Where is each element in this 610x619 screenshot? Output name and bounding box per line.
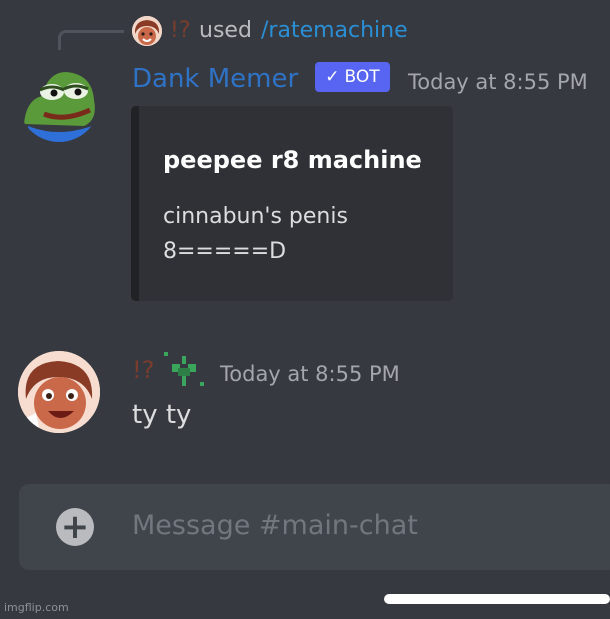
bot-avatar[interactable] [18,60,100,142]
reply-used-label: used [199,18,252,43]
user-message-timestamp[interactable]: Today at 8:55 PM [220,362,400,386]
bot-verified-tag: ✓ BOT [315,62,390,92]
plus-icon[interactable]: + [56,508,94,546]
reply-user-avatar[interactable] [132,16,162,46]
user-author-name[interactable]: !? [132,356,154,384]
reply-user-name[interactable]: !? [170,18,191,43]
bot-message-timestamp[interactable]: Today at 8:55 PM [408,70,588,94]
embed-description-line: 8=====D [163,239,287,264]
reply-command-link[interactable]: /ratemachine [261,18,408,43]
message-input-placeholder[interactable]: Message #main-chat [132,510,418,541]
embed-description-line: cinnabun's penis [163,204,348,229]
checkmark-icon: ✓ [325,67,340,87]
reply-connector-line [58,30,124,50]
home-indicator-bar[interactable] [384,594,610,604]
bot-tag-label: BOT [344,67,380,87]
bot-embed: peepee r8 machine cinnabun's penis 8====… [131,106,453,301]
bot-author-name[interactable]: Dank Memer [132,64,298,94]
user-message-text: ty ty [132,400,192,430]
plant-badge-icon [162,350,206,390]
embed-accent-bar [131,106,139,301]
imgflip-watermark: imgflip.com [4,601,69,614]
embed-title: peepee r8 machine [163,146,422,174]
user-avatar[interactable] [18,351,100,433]
message-composer[interactable]: + Message #main-chat [19,484,610,570]
